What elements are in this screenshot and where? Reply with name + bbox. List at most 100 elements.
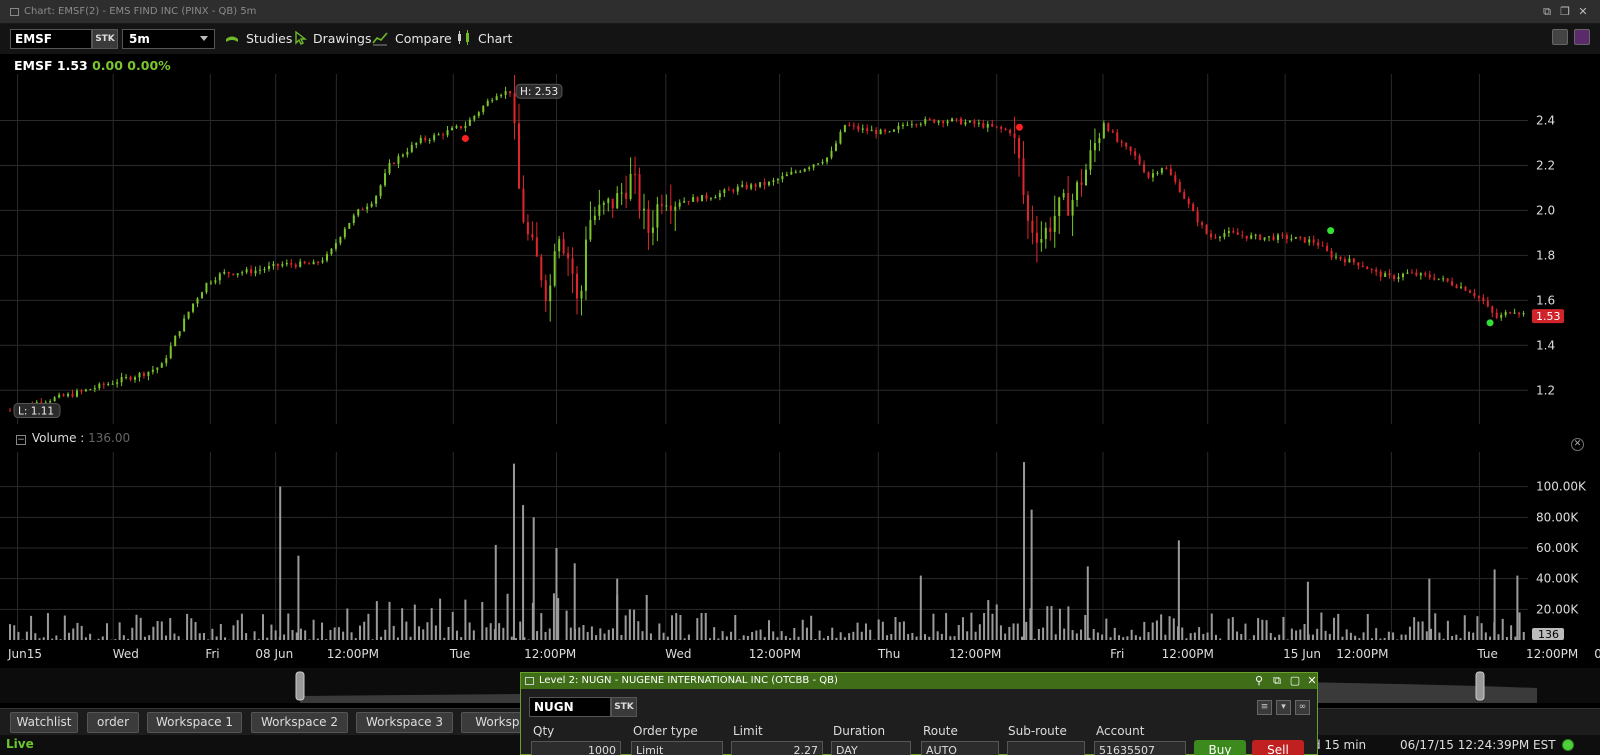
volume-bar [671,615,674,640]
candle [1437,278,1440,280]
candle [1259,234,1262,240]
volume-title: Volume [31,431,77,445]
tab-workspace-1[interactable]: Workspace 1 [147,712,242,733]
candle [397,156,400,164]
candlestick-icon[interactable] [456,30,472,46]
candle [781,176,784,180]
candle [678,202,681,207]
link-color-icon[interactable] [1574,29,1590,45]
close-panel-icon[interactable]: ✕ [1571,438,1584,451]
studies-icon[interactable] [224,30,240,46]
collapse-icon[interactable]: − [16,435,26,445]
candle [625,192,628,199]
level2-symbol-input[interactable]: NUGN [529,697,611,717]
candle [1406,272,1409,274]
candle [602,202,605,205]
subroute-select[interactable] [1007,741,1085,755]
candle [799,171,802,173]
qty-field[interactable]: 1000 [531,741,621,755]
candle [701,195,704,202]
volume-bar [1046,606,1049,640]
limit-price-field[interactable]: 2.27 [731,741,823,755]
tab-order[interactable]: order [87,712,139,733]
volume-bar [540,613,543,640]
volume-bar [607,629,610,640]
candle [53,397,56,402]
symbol-input[interactable]: EMSF [10,29,92,49]
volume-bar [1189,633,1192,640]
volume-bar [405,621,408,640]
drawings-cursor-icon[interactable] [292,30,308,46]
x-tick-label: Fri [1110,647,1124,661]
popout-icon[interactable]: ⧉ [1540,5,1554,18]
candle [196,298,199,304]
chart-button[interactable]: Chart [478,31,512,46]
volume-bar [987,600,990,640]
candle [1263,237,1266,240]
candle [1035,232,1038,243]
candle [1080,182,1083,185]
route-select[interactable]: AUTO [921,741,999,755]
navigator-left-handle[interactable] [295,671,305,701]
volume-bar [1050,606,1053,640]
tab-workspace-2[interactable]: Workspace 2 [251,712,348,733]
restore-icon[interactable]: ❐ [1558,5,1572,18]
order-type-select[interactable]: Limit [631,741,723,755]
level2-sec-type-badge[interactable]: STK [611,697,637,717]
candle [509,91,512,94]
buy-button[interactable]: Buy [1194,740,1246,755]
volume-bar [721,631,724,640]
candle [1393,275,1396,280]
interval-select[interactable]: 5m [122,29,215,49]
close-icon[interactable]: ✕ [1576,5,1590,18]
compare-button[interactable]: Compare [395,31,452,46]
candle [1160,168,1163,173]
studies-button[interactable]: Studies [246,31,292,46]
pin-icon[interactable]: ⚲ [1253,675,1265,687]
volume-bar [831,627,834,640]
candle [459,126,462,129]
volume-bar [1425,631,1428,640]
dropdown-icon[interactable]: ▾ [1276,700,1291,715]
price-chart[interactable]: 2.4 2.2 2.0 1.8 1.6 1.4 1.2 H: 2.53 L: 1.11 1.53 [0,74,1600,434]
sec-type-badge[interactable]: STK [92,29,118,49]
sell-button[interactable]: Sell [1252,740,1304,755]
volume-bar [392,625,395,640]
compare-icon[interactable] [372,30,388,46]
volume-chart[interactable]: 100.00K 80.00K 60.00K 40.00K 20.00K 136 [0,452,1600,640]
candle [982,123,985,128]
volume-bar [983,613,986,640]
volume-bar [1042,627,1045,640]
volume-bar [312,619,315,640]
candle [870,130,873,132]
volume-bar [679,614,682,640]
tab-watchlist[interactable]: Watchlist [10,712,78,733]
volume-bar [68,632,71,640]
volume-bar [1269,632,1272,640]
candle [290,262,293,265]
tab-workspace-3[interactable]: Workspace 3 [356,712,453,733]
account-select[interactable]: 51635507 [1094,741,1186,755]
popout-icon[interactable]: ⧉ [1271,675,1283,687]
candle [183,318,186,332]
maximize-icon[interactable]: ▢ [1289,675,1301,687]
candle [754,184,757,187]
candle [951,118,954,122]
candle [312,261,315,265]
volume-bar [810,615,813,640]
candle [325,254,328,261]
menu-dropdown-icon[interactable] [1552,29,1568,45]
drawings-button[interactable]: Drawings [313,31,372,46]
volume-bar [1480,623,1483,640]
candle [1500,315,1503,318]
candle [1290,238,1293,240]
price-y-tick: 1.8 [1536,248,1555,262]
volume-bar [768,620,770,640]
volume-bar [1206,632,1209,640]
filter-icon[interactable]: ≡ [1257,700,1272,715]
volume-bar [502,627,505,640]
close-icon[interactable]: ✕ [1306,675,1318,687]
link-icon[interactable]: ∞ [1295,700,1310,715]
navigator-right-handle[interactable] [1475,671,1485,701]
duration-select[interactable]: DAY [831,741,911,755]
